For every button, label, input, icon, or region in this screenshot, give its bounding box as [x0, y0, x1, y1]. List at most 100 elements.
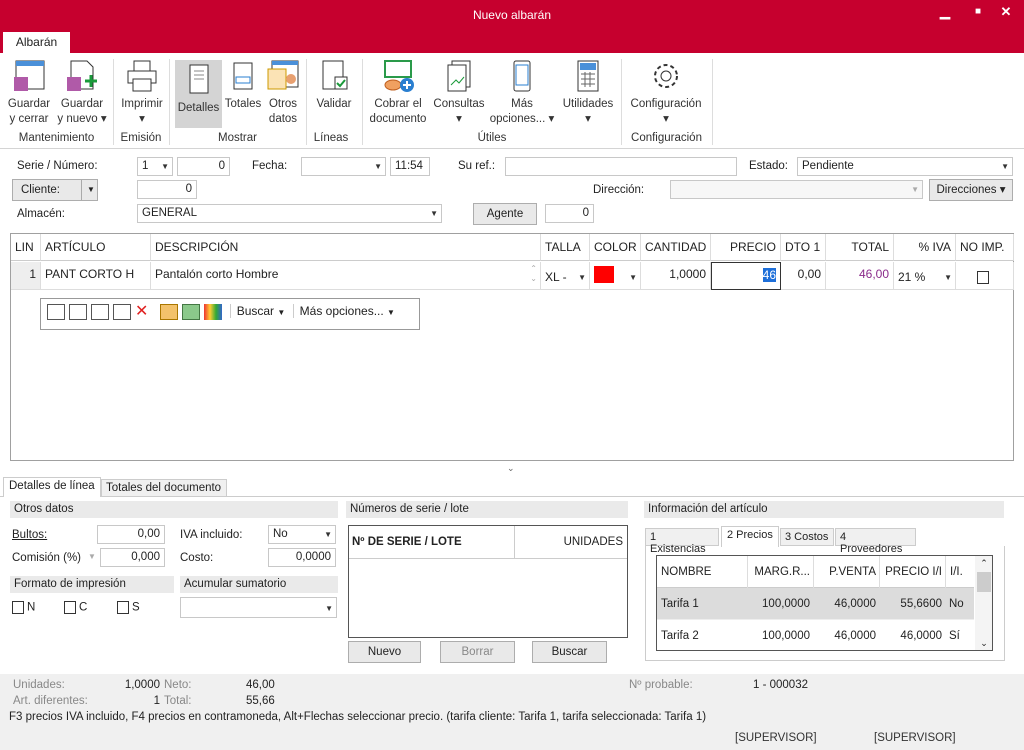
- more-options-dropdown[interactable]: Más opciones... ▼: [292, 304, 395, 319]
- col-header[interactable]: COLOR: [590, 234, 641, 261]
- scroll-arrows-icon[interactable]: ⌃ ⌄: [530, 264, 537, 284]
- notes-icon[interactable]: [160, 304, 179, 320]
- maximize-button[interactable]: ■: [967, 6, 989, 17]
- cell-descripcion[interactable]: Pantalón corto Hombre ⌃ ⌄: [151, 262, 541, 290]
- col-header[interactable]: P.VENTA: [813, 556, 879, 588]
- col-header[interactable]: ARTÍCULO: [41, 234, 151, 261]
- color-size-icon[interactable]: [204, 304, 223, 320]
- edit-icon[interactable]: [113, 304, 131, 320]
- nuevo-button[interactable]: Nuevo: [348, 641, 421, 663]
- cell-cantidad[interactable]: 1,0000: [641, 262, 711, 290]
- col-header[interactable]: I/I.: [945, 556, 974, 588]
- other-data-icon: [267, 60, 299, 90]
- checkbox[interactable]: [64, 601, 76, 614]
- col-header[interactable]: TALLA: [541, 234, 590, 261]
- buscar-button[interactable]: Buscar: [532, 641, 607, 663]
- close-button[interactable]: ✕: [995, 4, 1017, 20]
- col-header[interactable]: PRECIO I/I: [879, 556, 945, 588]
- col-header[interactable]: UNIDADES: [515, 526, 627, 559]
- check-s[interactable]: S: [117, 601, 140, 614]
- almacen-select[interactable]: GENERAL ▼: [137, 204, 442, 223]
- totals-button[interactable]: Totales: [223, 59, 263, 112]
- cliente-button[interactable]: Cliente: ▼: [12, 179, 98, 201]
- tab-detalles-linea[interactable]: Detalles de línea: [3, 477, 101, 497]
- direccion-label: Dirección:: [593, 184, 645, 196]
- tab-existencias[interactable]: 1 Existencias: [645, 528, 719, 555]
- col-header[interactable]: PRECIO: [711, 234, 781, 261]
- search-dropdown[interactable]: Buscar ▼: [229, 304, 286, 319]
- col-header[interactable]: Nº DE SERIE / LOTE: [349, 526, 515, 559]
- col-header[interactable]: NO IMP.: [956, 234, 1014, 261]
- suref-input[interactable]: [505, 157, 737, 176]
- tab-totales-documento[interactable]: Totales del documento: [101, 479, 227, 497]
- agente-input[interactable]: 0: [545, 204, 594, 223]
- table-row[interactable]: Tarifa 2 100,0000 46,0000 46,0000 Sí: [657, 620, 974, 650]
- check-c[interactable]: C: [64, 601, 87, 614]
- check-n[interactable]: N: [12, 601, 35, 614]
- checkbox[interactable]: [12, 601, 24, 614]
- col-header[interactable]: DTO 1: [781, 234, 826, 261]
- tab-costos[interactable]: 3 Costos: [780, 528, 834, 546]
- queries-button[interactable]: Consultas ▾: [431, 59, 487, 127]
- cell-noimp[interactable]: [956, 262, 1014, 290]
- cliente-input[interactable]: 0: [137, 180, 197, 199]
- tab-precios[interactable]: 2 Precios: [721, 526, 779, 547]
- save-close-button[interactable]: Guardar y cerrar: [4, 59, 54, 127]
- scroll-up-icon[interactable]: ⌃: [975, 556, 992, 570]
- cell-color[interactable]: ▼: [590, 262, 641, 290]
- scroll-thumb[interactable]: [977, 572, 991, 592]
- minimize-button[interactable]: ▁: [934, 4, 956, 20]
- utilities-button[interactable]: Utilidades ▾: [558, 59, 618, 127]
- cell-dto[interactable]: 0,00: [781, 262, 826, 290]
- splitter-chevron-icon[interactable]: ⌄: [507, 463, 515, 474]
- details-button[interactable]: Detalles: [175, 60, 222, 128]
- col-header[interactable]: TOTAL: [826, 234, 894, 261]
- col-header[interactable]: % IVA: [894, 234, 956, 261]
- direccion-select[interactable]: ▼: [670, 180, 923, 199]
- delete-icon[interactable]: ✕: [135, 304, 153, 320]
- col-header[interactable]: DESCRIPCIÓN: [151, 234, 541, 261]
- col-header[interactable]: LIN: [11, 234, 41, 261]
- configuration-button[interactable]: Configuración ▾: [626, 59, 706, 127]
- costo-input[interactable]: 0,0000: [268, 548, 336, 567]
- validate-button[interactable]: Validar: [312, 59, 356, 112]
- print-button[interactable]: Imprimir ▾: [118, 59, 166, 127]
- serie-select[interactable]: 1 ▼: [137, 157, 173, 176]
- hora-input[interactable]: 11:54: [390, 157, 430, 176]
- chevron-down-icon[interactable]: ▼: [88, 552, 96, 561]
- save-new-button[interactable]: Guardar y nuevo ▾: [56, 59, 108, 127]
- col-header[interactable]: CANTIDAD: [641, 234, 711, 261]
- scroll-down-icon[interactable]: ⌄: [975, 638, 992, 649]
- duplicate-icon[interactable]: [91, 304, 109, 320]
- borrar-button[interactable]: Borrar: [440, 641, 515, 663]
- cell-talla[interactable]: XL - ▼: [541, 262, 590, 290]
- numero-input[interactable]: 0: [177, 157, 230, 176]
- group-label: Emisión: [120, 132, 162, 144]
- acumular-select[interactable]: ▼: [180, 597, 337, 618]
- tab-proveedores[interactable]: 4 Proveedores: [835, 528, 916, 555]
- comision-input[interactable]: 0,000: [100, 548, 165, 567]
- estado-select[interactable]: Pendiente ▼: [797, 157, 1013, 176]
- table-row[interactable]: Tarifa 1 100,0000 46,0000 55,6600 No: [657, 588, 974, 620]
- new-line-icon[interactable]: [47, 304, 65, 320]
- noimp-checkbox[interactable]: [977, 271, 989, 285]
- image-icon[interactable]: [182, 304, 201, 320]
- fecha-input[interactable]: ▼: [301, 157, 386, 176]
- cell-articulo[interactable]: PANT CORTO H: [41, 262, 151, 290]
- scrollbar[interactable]: ⌃ ⌄: [975, 556, 992, 650]
- ribbon-tab-albaran[interactable]: Albarán: [3, 32, 70, 53]
- col-header[interactable]: NOMBRE: [661, 556, 711, 588]
- chevron-down-icon: ▼: [277, 308, 286, 318]
- other-data-button[interactable]: Otros datos: [264, 59, 302, 127]
- cell-iva[interactable]: 21 % ▼: [894, 262, 956, 290]
- direcciones-button[interactable]: Direcciones ▾: [929, 179, 1013, 201]
- cell-precio[interactable]: 46: [711, 262, 781, 290]
- bultos-input[interactable]: 0,00: [97, 525, 165, 544]
- agente-button[interactable]: Agente: [473, 203, 537, 225]
- more-options-button[interactable]: Más opciones... ▾: [488, 59, 556, 127]
- collect-document-button[interactable]: Cobrar el documento: [366, 59, 430, 127]
- insert-line-icon[interactable]: [69, 304, 87, 320]
- checkbox[interactable]: [117, 601, 129, 614]
- iva-incluido-select[interactable]: No ▼: [268, 525, 336, 544]
- col-header[interactable]: MARG.R...: [747, 556, 813, 588]
